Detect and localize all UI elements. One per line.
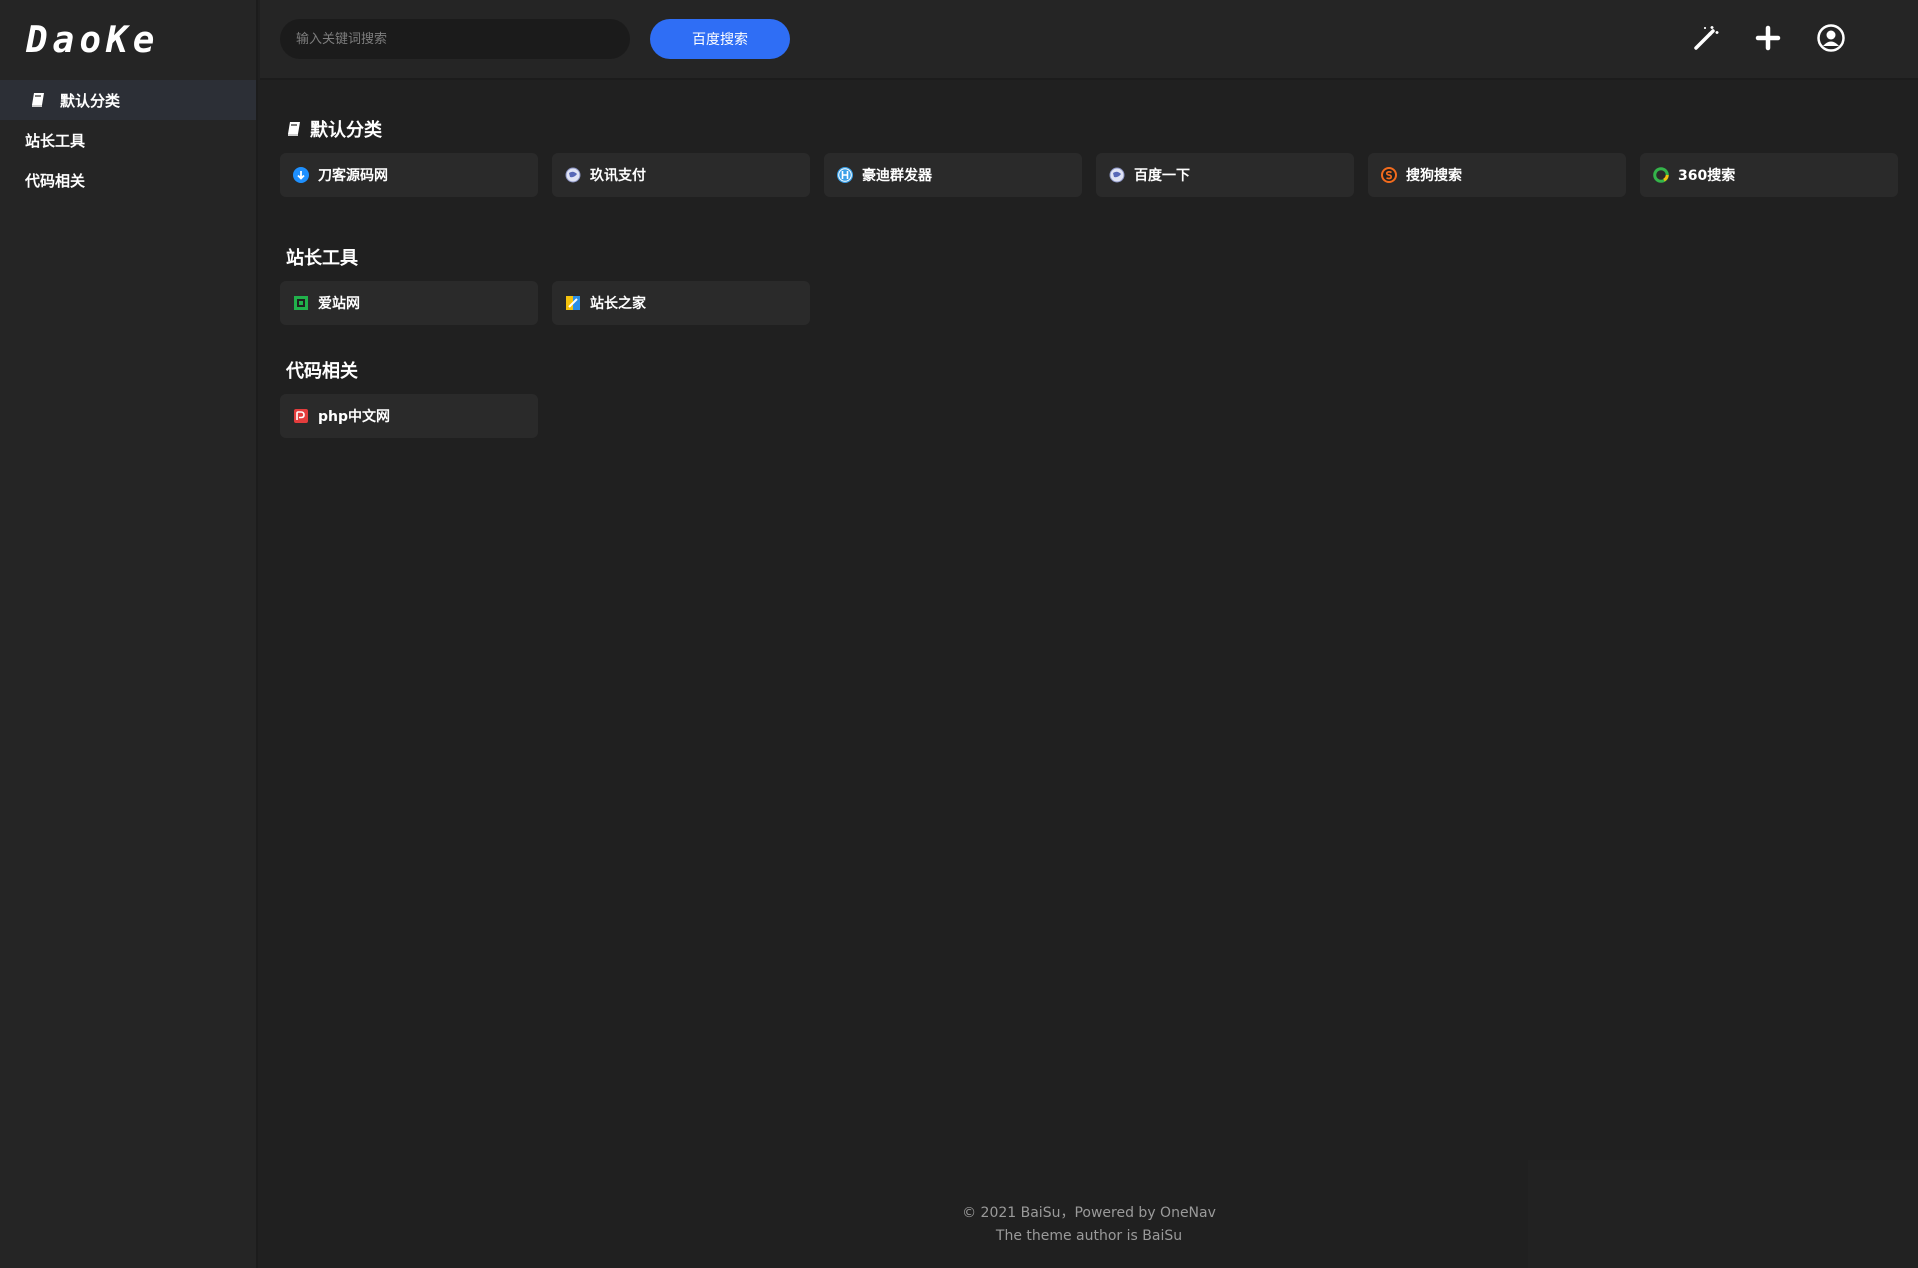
h-circle-icon [836, 166, 854, 184]
sidebar-item-default[interactable]: 默认分类 [0, 80, 256, 120]
ring-icon [1652, 166, 1670, 184]
link-card[interactable]: 百度一下 [1096, 153, 1354, 197]
sidebar-item-label: 站长工具 [25, 131, 86, 150]
section-title-webmaster-tools: 站长工具 [286, 248, 358, 269]
footer: © 2021 BaiSu，Powered by OneNav The theme… [260, 1202, 1918, 1248]
link-card[interactable]: 站长之家 [552, 281, 810, 325]
search-input[interactable] [280, 19, 630, 59]
footer-copyright: © 2021 BaiSu，Powered by OneNav [962, 1205, 1216, 1221]
magic-wand-icon[interactable] [1690, 22, 1722, 54]
sidebar-item-webmaster-tools[interactable]: 站长工具 [0, 120, 256, 160]
link-card[interactable]: 搜狗搜索 [1368, 153, 1626, 197]
link-card[interactable]: 爱站网 [280, 281, 538, 325]
globe-icon [1108, 166, 1126, 184]
aizhan-icon [292, 294, 310, 312]
top-header: 百度搜索 [260, 0, 1918, 80]
sidebar-item-label: 代码相关 [25, 171, 86, 190]
book-icon [286, 121, 302, 137]
link-card[interactable]: 360搜索 [1640, 153, 1898, 197]
user-circle-icon[interactable] [1815, 22, 1847, 54]
section-title-default: 默认分类 [286, 116, 382, 142]
chinaz-icon [564, 294, 582, 312]
baidu-search-button[interactable]: 百度搜索 [650, 19, 790, 59]
sidebar: DaoKe 默认分类 站长工具 代码相关 [0, 0, 258, 1268]
globe-icon [564, 166, 582, 184]
sidebar-item-code[interactable]: 代码相关 [0, 160, 256, 200]
section-title-code: 代码相关 [286, 361, 358, 382]
main-content: 默认分类 刀客源码网 玖讯支付 豪迪群发器 百度一下 搜狗搜索 360搜索 站长… [260, 82, 1918, 1268]
site-logo[interactable]: DaoKe [0, 0, 256, 80]
sidebar-item-label: 默认分类 [60, 91, 121, 110]
link-card[interactable]: 玖讯支付 [552, 153, 810, 197]
link-card[interactable]: 豪迪群发器 [824, 153, 1082, 197]
cloud-download-icon [292, 166, 310, 184]
plus-icon[interactable] [1752, 22, 1784, 54]
php-icon [292, 407, 310, 425]
sogou-icon [1380, 166, 1398, 184]
book-icon [30, 92, 50, 108]
link-card[interactable]: php中文网 [280, 394, 538, 438]
link-card[interactable]: 刀客源码网 [280, 153, 538, 197]
footer-author: The theme author is BaiSu [995, 1228, 1183, 1244]
